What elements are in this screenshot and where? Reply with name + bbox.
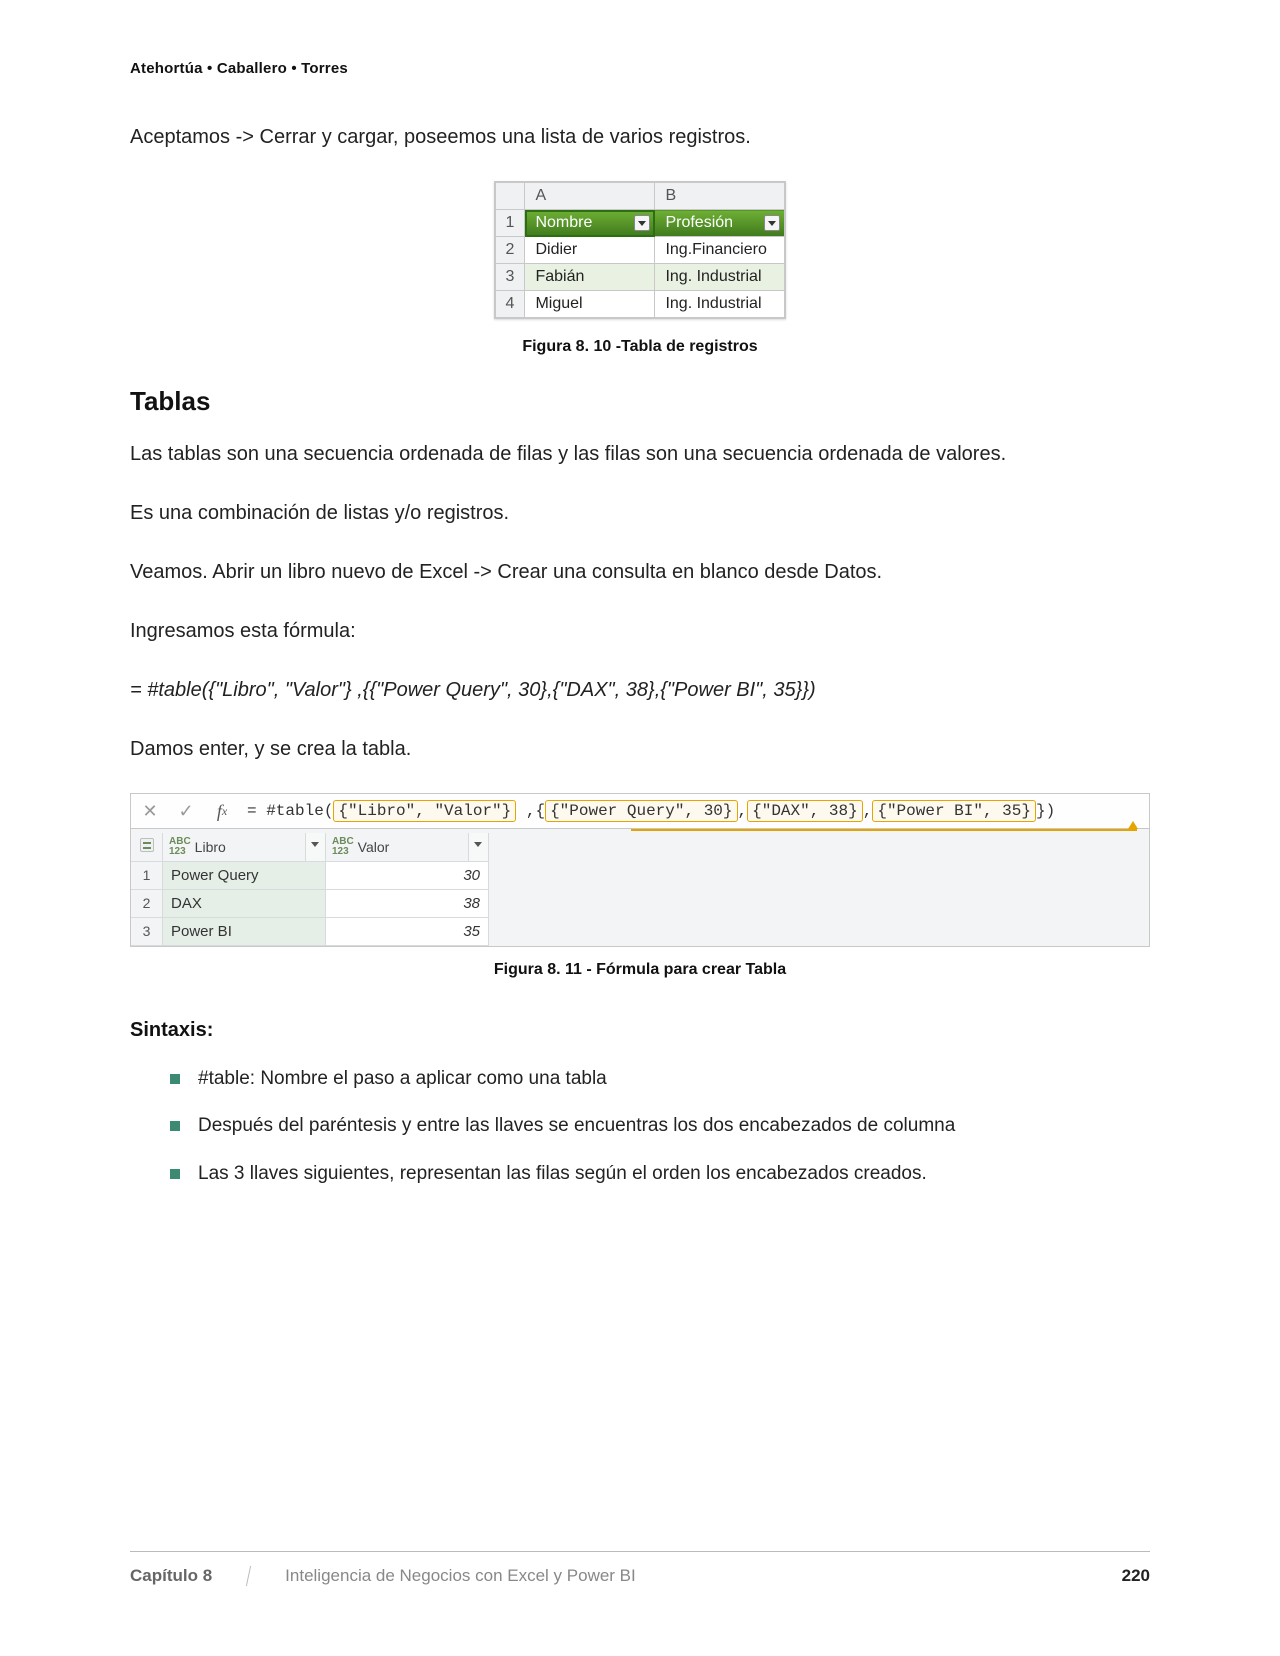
code-text: = #table( (247, 802, 333, 820)
formula-text: = #table({"Libro", "Valor"} ,{{"Power Qu… (130, 675, 1150, 706)
code-text: ,{ (516, 802, 545, 820)
highlight-columns: {"Libro", "Valor"} (333, 800, 516, 822)
row-index[interactable]: 1 (131, 862, 163, 889)
table-icon-cell[interactable] (131, 833, 163, 861)
code-text: , (738, 802, 748, 820)
grid-header-row: ABC123 Libro ABC123 Valor (131, 833, 489, 862)
row-header[interactable]: 3 (495, 264, 525, 291)
section-title-tablas: Tablas (130, 386, 1150, 417)
row-index[interactable]: 2 (131, 890, 163, 917)
column-dropdown-icon[interactable] (305, 833, 325, 861)
paragraph: Ingresamos esta fórmula: (130, 616, 1150, 647)
confirm-icon[interactable]: ✓ (175, 800, 197, 822)
footer-chapter: Capítulo 8 (128, 1566, 251, 1586)
grid-row: 3 Power BI 35 (131, 918, 489, 946)
power-query-editor: ✕ ✓ fx = #table({"Libro", "Valor"} ,{{"P… (130, 793, 1150, 947)
formula-bar: ✕ ✓ fx = #table({"Libro", "Valor"} ,{{"P… (131, 794, 1149, 829)
subsection-sintaxis: Sintaxis: (130, 1019, 1150, 1042)
figure-caption: Figura 8. 10 -Tabla de registros (130, 338, 1150, 356)
footer-title: Inteligencia de Negocios con Excel y Pow… (285, 1566, 1085, 1586)
col-header-a[interactable]: A (525, 183, 655, 210)
row-header[interactable]: 4 (495, 291, 525, 318)
cell-nombre[interactable]: Didier (525, 237, 655, 264)
abc123-icon: ABC123 (169, 837, 191, 857)
footer-page-number: 220 (1122, 1566, 1150, 1586)
grid-row: 1 Power Query 30 (131, 862, 489, 890)
row-header[interactable]: 1 (495, 210, 525, 237)
highlight-row1: {"Power Query", 30} (545, 800, 737, 822)
formula-code[interactable]: = #table({"Libro", "Valor"} ,{{"Power Qu… (247, 800, 1055, 822)
row-header[interactable]: 2 (495, 237, 525, 264)
cell-nombre[interactable]: Miguel (525, 291, 655, 318)
fx-icon[interactable]: fx (211, 800, 233, 822)
table-icon (140, 838, 154, 852)
paragraph: Las tablas son una secuencia ordenada de… (130, 439, 1150, 470)
paragraph: Aceptamos -> Cerrar y cargar, poseemos u… (130, 122, 1150, 153)
col-header-libro[interactable]: ABC123 Libro (163, 833, 326, 861)
highlight-underline (631, 829, 1137, 833)
excel-corner-cell[interactable] (495, 183, 525, 210)
cell-valor[interactable]: 30 (326, 862, 489, 889)
cell-libro[interactable]: Power Query (163, 862, 326, 889)
list-item: #table: Nombre el paso a aplicar como un… (170, 1064, 1150, 1093)
list-item: Después del paréntesis y entre las llave… (170, 1111, 1150, 1140)
code-text: , (863, 802, 873, 820)
col-label: Valor (358, 839, 390, 855)
filter-dropdown-icon[interactable] (764, 215, 780, 231)
code-text: }) (1036, 802, 1055, 820)
table-header-profesion[interactable]: Profesión (655, 210, 785, 237)
cell-libro[interactable]: Power BI (163, 918, 326, 945)
table-header-nombre[interactable]: Nombre (525, 210, 655, 237)
cell-nombre[interactable]: Fabián (525, 264, 655, 291)
footer-divider (130, 1551, 1150, 1552)
abc123-icon: ABC123 (332, 837, 354, 857)
paragraph: Damos enter, y se crea la tabla. (130, 734, 1150, 765)
cancel-icon[interactable]: ✕ (139, 800, 161, 822)
cell-libro[interactable]: DAX (163, 890, 326, 917)
highlight-row3: {"Power BI", 35} (872, 800, 1036, 822)
header-label: Nombre (535, 214, 592, 231)
page-footer: Capítulo 8 Inteligencia de Negocios con … (130, 1551, 1150, 1586)
grid-row: 2 DAX 38 (131, 890, 489, 918)
figure-8-10: A B 1 Nombre Profesión 2 Didier Ing.Fina… (130, 181, 1150, 356)
sintaxis-list: #table: Nombre el paso a aplicar como un… (170, 1064, 1150, 1188)
cell-valor[interactable]: 35 (326, 918, 489, 945)
author-line: Atehortúa • Caballero • Torres (130, 60, 1150, 77)
cell-profesion[interactable]: Ing.Financiero (655, 237, 785, 264)
paragraph: Veamos. Abrir un libro nuevo de Excel ->… (130, 557, 1150, 588)
col-header-valor[interactable]: ABC123 Valor (326, 833, 489, 861)
column-dropdown-icon[interactable] (468, 833, 488, 861)
header-label: Profesión (665, 214, 733, 231)
power-query-grid: ABC123 Libro ABC123 Valor 1 Power Query … (131, 833, 489, 946)
cell-profesion[interactable]: Ing. Industrial (655, 291, 785, 318)
cell-profesion[interactable]: Ing. Industrial (655, 264, 785, 291)
cell-valor[interactable]: 38 (326, 890, 489, 917)
paragraph: Es una combinación de listas y/o registr… (130, 498, 1150, 529)
col-header-b[interactable]: B (655, 183, 785, 210)
excel-table-registros: A B 1 Nombre Profesión 2 Didier Ing.Fina… (494, 181, 787, 319)
figure-8-11: ✕ ✓ fx = #table({"Libro", "Valor"} ,{{"P… (130, 793, 1150, 979)
figure-caption: Figura 8. 11 - Fórmula para crear Tabla (130, 961, 1150, 979)
list-item: Las 3 llaves siguientes, representan las… (170, 1159, 1150, 1188)
filter-dropdown-icon[interactable] (634, 215, 650, 231)
row-index[interactable]: 3 (131, 918, 163, 945)
highlight-row2: {"DAX", 38} (747, 800, 863, 822)
col-label: Libro (195, 839, 226, 855)
